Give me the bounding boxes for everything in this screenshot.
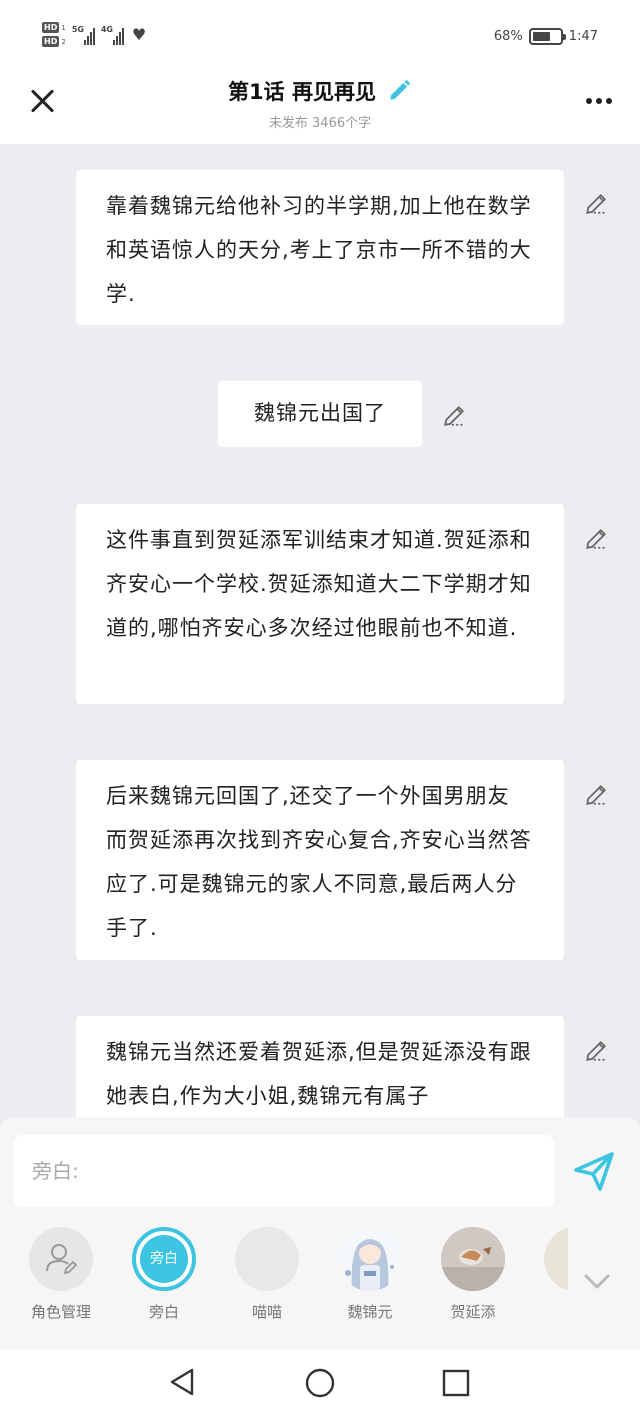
avatar: 旁白 — [132, 1227, 196, 1291]
role-label: 魏锦元 — [347, 1303, 393, 1321]
hd-num: 1 — [61, 23, 66, 32]
avatar — [338, 1227, 402, 1291]
hd-label: HD — [42, 22, 60, 33]
avatar — [235, 1227, 299, 1291]
status-bar: HD 1 HD 2 5G 4G ♥ 68% 1:47 — [0, 0, 640, 70]
header: 第1话 再见再见 未发布 3466个字 — [0, 70, 640, 144]
clock: 1:47 — [568, 29, 598, 44]
photo-avatar-icon — [441, 1227, 505, 1291]
role-label: 旁白 — [148, 1303, 179, 1321]
chapter-title-text: 第1话 再见再见 — [228, 80, 376, 104]
role-label: 贺延添 — [450, 1303, 496, 1321]
role-narrator[interactable]: 旁白 旁白 — [112, 1227, 216, 1322]
health-heart-icon: ♥ — [131, 25, 147, 44]
back-icon[interactable] — [168, 1367, 198, 1397]
edit-icon[interactable] — [584, 525, 610, 551]
message-input[interactable] — [14, 1135, 554, 1207]
recents-icon[interactable] — [442, 1369, 470, 1397]
card-text: 魏锦元当然还爱着贺延添,但是贺延添没有跟她表白,作为大小姐,魏锦元有属子 — [106, 1040, 532, 1108]
edit-icon[interactable] — [584, 781, 610, 807]
card-text: 后来魏锦元回国了,还交了一个外国男朋友 而贺延添再次找到齐安心复合,齐安心当然答… — [106, 784, 532, 940]
hd-label: HD — [42, 36, 60, 47]
hd-badge-1: HD 1 — [42, 22, 66, 33]
role-heyantian[interactable]: 贺延添 — [421, 1227, 525, 1322]
system-nav-bar — [0, 1349, 640, 1415]
role-label: 角色管理 — [30, 1303, 91, 1321]
signal-icon-4g: 4G — [101, 25, 124, 45]
text-card[interactable]: 魏锦元出国了 — [218, 381, 422, 447]
card-text: 靠着魏锦元给他补习的半学期,加上他在数学和英语惊人的天分,考上了京市一所不错的大… — [106, 194, 532, 306]
network-label: 4G — [100, 24, 113, 34]
chapter-title[interactable]: 第1话 再见再见 — [228, 76, 412, 106]
hd-badge-2: HD 2 — [42, 36, 66, 47]
word-count-subtitle: 未发布 3466个字 — [268, 116, 372, 131]
role-manage[interactable]: 角色管理 — [9, 1227, 113, 1322]
network-label: 5G — [71, 24, 84, 34]
narrator-avatar-inner: 旁白 — [140, 1235, 188, 1283]
status-right: 68% 1:47 — [494, 28, 598, 45]
composer-panel: 角色管理 旁白 旁白 喵喵 魏锦元 — [0, 1117, 640, 1349]
text-card[interactable]: 这件事直到贺延添军训结束才知道.贺延添和齐安心一个学校.贺延添知道大二下学期才知… — [76, 504, 564, 704]
avatar — [441, 1227, 505, 1291]
avatar — [29, 1227, 93, 1291]
card-text: 这件事直到贺延添军训结束才知道.贺延添和齐安心一个学校.贺延添知道大二下学期才知… — [106, 528, 532, 640]
person-edit-icon — [46, 1244, 78, 1275]
edit-icon[interactable] — [584, 190, 610, 216]
signal-icon-5g: 5G — [72, 25, 95, 45]
role-miaomiao[interactable]: 喵喵 — [215, 1227, 319, 1322]
title-area: 第1话 再见再见 未发布 3466个字 — [0, 76, 640, 131]
more-options-button[interactable] — [586, 98, 612, 104]
edit-icon[interactable] — [584, 1037, 610, 1063]
text-card[interactable]: 后来魏锦元回国了,还交了一个外国男朋友 而贺延添再次找到齐安心复合,齐安心当然答… — [76, 760, 564, 960]
home-icon[interactable] — [304, 1367, 336, 1399]
battery-fill — [532, 32, 551, 41]
battery-percent: 68% — [493, 29, 523, 44]
send-icon[interactable] — [570, 1147, 618, 1195]
message-input-box — [14, 1135, 554, 1207]
role-label: 喵喵 — [251, 1303, 282, 1321]
hd-indicators: HD 1 HD 2 — [42, 22, 66, 47]
text-card[interactable]: 靠着魏锦元给他补习的半学期,加上他在数学和英语惊人的天分,考上了京市一所不错的大… — [76, 170, 564, 325]
anime-girl-avatar-icon — [338, 1227, 402, 1291]
edit-icon[interactable] — [442, 402, 468, 428]
hd-num: 2 — [61, 37, 66, 46]
pencil-icon[interactable] — [386, 78, 412, 104]
role-weijinyuan[interactable]: 魏锦元 — [318, 1227, 422, 1322]
status-left: HD 1 HD 2 5G 4G ♥ — [42, 22, 146, 47]
battery-icon — [528, 28, 566, 45]
role-partial-avatar[interactable] — [544, 1227, 568, 1291]
chevron-down-icon[interactable] — [583, 1272, 611, 1292]
partial-avatar-circle — [544, 1227, 568, 1291]
card-text: 魏锦元出国了 — [254, 401, 386, 425]
